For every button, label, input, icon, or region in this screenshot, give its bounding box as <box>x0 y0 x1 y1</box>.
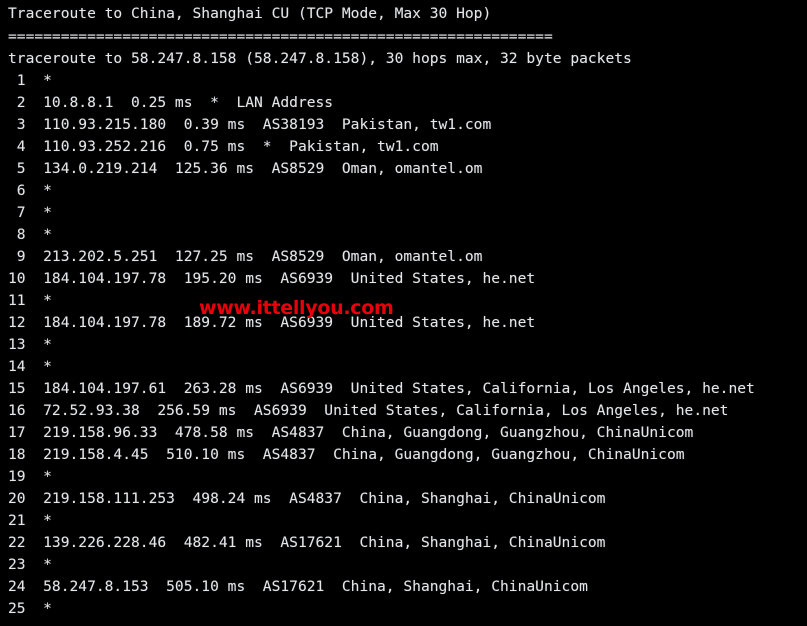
hop-row: 8 * <box>8 226 52 243</box>
hop-row: 2 10.8.8.1 0.25 ms * LAN Address <box>8 94 334 111</box>
hop-row: 1 * <box>8 72 52 89</box>
hop-row: 14 * <box>8 358 52 375</box>
hop-row: 22 139.226.228.46 482.41 ms AS17621 Chin… <box>8 534 606 551</box>
hop-row: 10 184.104.197.78 195.20 ms AS6939 Unite… <box>8 270 536 287</box>
hop-row: 21 * <box>8 512 52 529</box>
hop-row: 5 134.0.219.214 125.36 ms AS8529 Oman, o… <box>8 160 483 177</box>
hop-row: 24 58.247.8.153 505.10 ms AS17621 China,… <box>8 578 588 595</box>
hop-row: 3 110.93.215.180 0.39 ms AS38193 Pakista… <box>8 116 492 133</box>
traceroute-title-line: Traceroute to China, Shanghai CU (TCP Mo… <box>8 5 492 22</box>
separator-line: ========================================… <box>8 28 553 45</box>
hop-row: 23 * <box>8 556 52 573</box>
hop-row: 6 * <box>8 182 52 199</box>
hop-row: 12 184.104.197.78 189.72 ms AS6939 Unite… <box>8 314 536 331</box>
hop-row: 13 * <box>8 336 52 353</box>
traceroute-summary-line: traceroute to 58.247.8.158 (58.247.8.158… <box>8 50 632 67</box>
hop-row: 25 * <box>8 600 52 617</box>
hop-row: 19 * <box>8 468 52 485</box>
hop-row: 15 184.104.197.61 263.28 ms AS6939 Unite… <box>8 380 755 397</box>
hop-row: 20 219.158.111.253 498.24 ms AS4837 Chin… <box>8 490 606 507</box>
hop-row: 11 * <box>8 292 52 309</box>
hop-row: 7 * <box>8 204 52 221</box>
hop-row: 16 72.52.93.38 256.59 ms AS6939 United S… <box>8 402 729 419</box>
hop-row: 4 110.93.252.216 0.75 ms * Pakistan, tw1… <box>8 138 439 155</box>
hop-list: 1 * 2 10.8.8.1 0.25 ms * LAN Address 3 1… <box>0 70 807 620</box>
terminal-output-pane[interactable]: Traceroute to China, Shanghai CU (TCP Mo… <box>0 0 807 626</box>
hop-row: 18 219.158.4.45 510.10 ms AS4837 China, … <box>8 446 685 463</box>
hop-row: 9 213.202.5.251 127.25 ms AS8529 Oman, o… <box>8 248 483 265</box>
hop-row: 17 219.158.96.33 478.58 ms AS4837 China,… <box>8 424 694 441</box>
